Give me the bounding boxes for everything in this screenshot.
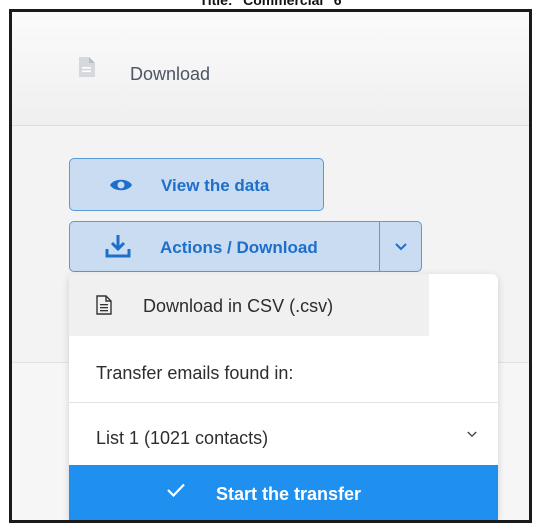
eye-icon [110,179,132,191]
start-transfer-label: Start the transfer [216,484,362,504]
actions-download-button[interactable]: Actions / Download [69,221,380,272]
view-data-label: View the data [161,176,270,195]
start-transfer-button[interactable]: Start the transfer [69,465,498,520]
list-select-value: List 1 (1021 contacts) [96,428,269,448]
page-title: Download [130,64,211,84]
download-csv-menu-item[interactable]: Download in CSV (.csv) [69,274,429,336]
transfer-emails-label: Transfer emails found in: [96,363,294,383]
document-icon [79,57,95,77]
view-data-button[interactable]: View the data [69,158,324,211]
check-icon [167,483,185,497]
chevron-down-icon [467,431,477,438]
dialog-frame: Download View the data Actions / Downloa… [9,9,532,523]
window-title-text: Title: "Commercial" 6 [199,0,342,8]
download-csv-label: Download in CSV (.csv) [143,296,334,316]
actions-download-label: Actions / Download [160,238,318,257]
file-text-icon [96,295,112,315]
download-dropdown-menu: Download in CSV (.csv) Transfer emails f… [69,274,498,520]
list-select[interactable]: List 1 (1021 contacts) [69,403,498,465]
header: Download [12,12,529,126]
chevron-down-icon [395,243,407,251]
actions-dropdown-toggle[interactable] [379,221,422,272]
download-icon [105,235,131,258]
